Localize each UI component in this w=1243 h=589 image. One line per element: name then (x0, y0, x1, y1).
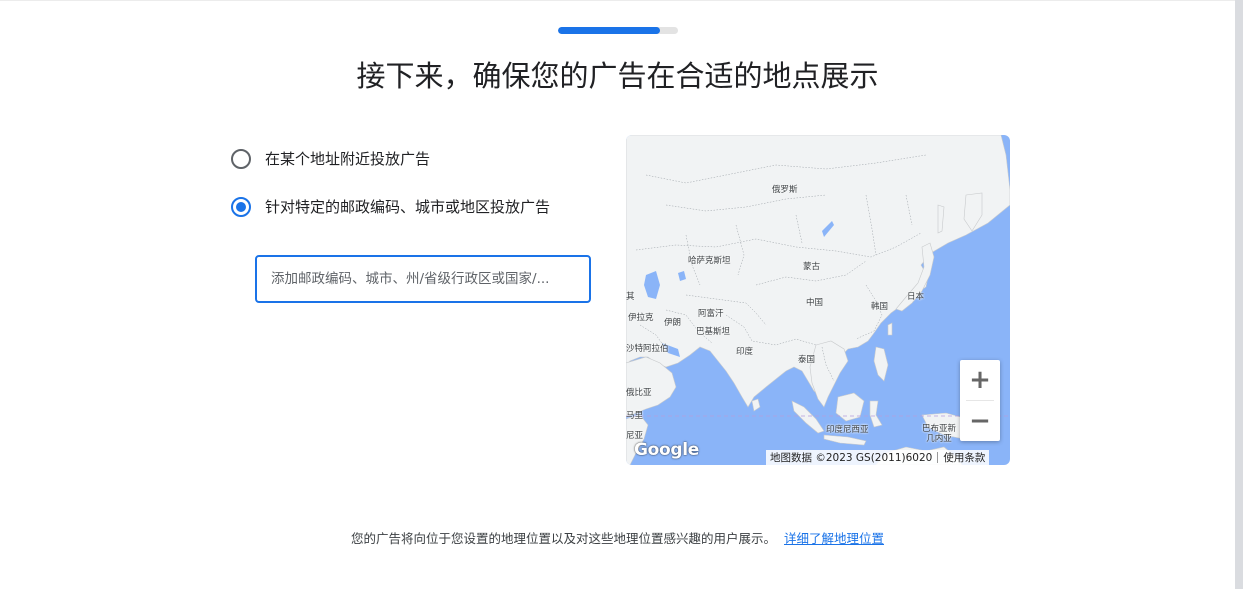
radio-option-address[interactable]: 在某个地址附近投放广告 (231, 148, 430, 169)
map-label-india: 印度 (736, 347, 754, 357)
landmass-srilanka (751, 398, 761, 412)
map-data-credit[interactable]: 地图数据 ©2023 GS(2011)6020 (770, 450, 932, 465)
landmass-taiwan (887, 322, 893, 336)
map-label-indonesia: 印度尼西亚 (826, 425, 869, 435)
radio-button-address[interactable] (231, 148, 251, 169)
map-zoom-controls: + − (960, 360, 1000, 441)
map-label-somalia-partial: 马里 (626, 411, 644, 421)
landmass-sumatra (791, 400, 825, 434)
google-logo[interactable]: Google (634, 440, 699, 460)
footer-note: 您的广告将向位于您设置的地理位置以及对这些地理位置感兴趣的用户展示。 详细了解地理… (0, 528, 1235, 547)
map-label-russia: 俄罗斯 (772, 185, 798, 195)
landmass-sulawesi (869, 400, 883, 428)
scrollbar[interactable] (1235, 0, 1243, 589)
page-title: 接下来，确保您的广告在合适的地点展示 (356, 59, 879, 93)
radio-button-region[interactable] (231, 196, 251, 217)
map-label-kazakhstan: 哈萨克斯坦 (688, 256, 731, 266)
landmass-java (823, 434, 867, 446)
map-label-iran: 伊朗 (664, 318, 682, 328)
progress-bar (558, 27, 678, 34)
map-label-afghanistan: 阿富汗 (698, 309, 724, 319)
learn-more-location-link[interactable]: 详细了解地理位置 (784, 531, 884, 546)
map-label-iraq: 伊拉克 (628, 313, 654, 323)
footer-text: 您的广告将向位于您设置的地理位置以及对这些地理位置感兴趣的用户展示。 (350, 531, 776, 546)
map-label-china: 中国 (806, 298, 824, 308)
map-label-mongolia: 蒙古 (803, 262, 821, 272)
map-label-thailand: 泰国 (798, 355, 816, 365)
radio-selected-dot (236, 201, 246, 212)
radio-label-region: 针对特定的邮政编码、城市或地区投放广告 (265, 198, 551, 216)
map-label-ethiopia-partial: 俄比亚 (626, 388, 652, 398)
map-terms-link[interactable]: 使用条款 (943, 450, 985, 465)
map-attribution: 地图数据 ©2023 GS(2011)6020 使用条款 (766, 450, 990, 465)
map-label-pakistan: 巴基斯坦 (696, 327, 731, 337)
map-label-png: 巴布亚新几内亚 (921, 424, 956, 444)
zoom-in-button[interactable]: + (960, 360, 1000, 400)
map-label-saudi: 沙特阿拉伯 (626, 344, 669, 354)
map-label-korea: 韩国 (871, 302, 889, 312)
radio-option-region[interactable]: 针对特定的邮政编码、城市或地区投放广告 (231, 196, 550, 217)
top-divider (0, 0, 1235, 1)
attribution-divider (937, 452, 939, 463)
progress-bar-fill (558, 27, 660, 34)
landmass-borneo (835, 392, 865, 422)
zoom-out-button[interactable]: − (960, 401, 1000, 441)
map[interactable]: 俄罗斯 哈萨克斯坦 蒙古 中国 韩国 日本 阿富汗 伊朗 伊拉克 巴基斯坦 沙特… (626, 135, 1010, 465)
landmass-philippines (873, 346, 889, 382)
location-search-input[interactable] (255, 255, 591, 303)
map-label-turkey-partial: 其 (626, 292, 635, 302)
map-label-japan: 日本 (907, 292, 925, 302)
radio-label-address: 在某个地址附近投放广告 (265, 150, 431, 168)
